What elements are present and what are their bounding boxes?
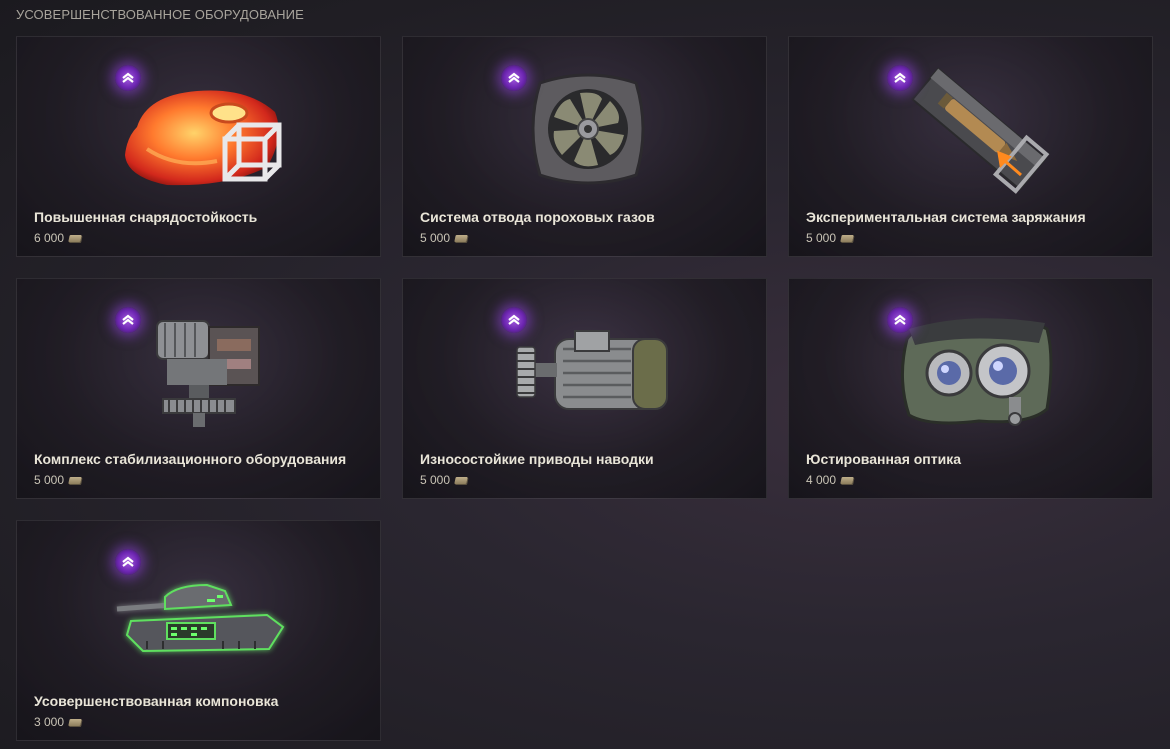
- credits-icon: [68, 234, 82, 242]
- upgrade-badge-icon: [115, 307, 141, 333]
- equipment-card[interactable]: Повышенная снарядостойкость 6 000: [16, 36, 381, 257]
- equipment-card[interactable]: Система отвода пороховых газов 5 000: [402, 36, 767, 257]
- equipment-price: 5 000: [34, 473, 82, 487]
- equipment-grid: Повышенная снарядостойкость 6 000 Систем…: [16, 36, 1153, 741]
- equipment-card[interactable]: Комплекс стабилизационного оборудования …: [16, 278, 381, 499]
- credits-icon: [68, 718, 82, 726]
- upgrade-badge-icon: [501, 307, 527, 333]
- price-value: 5 000: [420, 231, 451, 245]
- equipment-name: Система отвода пороховых газов: [420, 209, 655, 225]
- equipment-card[interactable]: Экспериментальная система заряжания 5 00…: [788, 36, 1153, 257]
- price-value: 6 000: [34, 231, 65, 245]
- price-value: 4 000: [806, 473, 837, 487]
- credits-icon: [68, 476, 82, 484]
- upgrade-badge-icon: [887, 307, 913, 333]
- equipment-card[interactable]: Усовершенствованная компоновка 3 000: [16, 520, 381, 741]
- equipment-price: 5 000: [420, 473, 468, 487]
- price-value: 3 000: [34, 715, 65, 729]
- equipment-name: Юстированная оптика: [806, 451, 962, 467]
- equipment-price: 4 000: [806, 473, 854, 487]
- credits-icon: [454, 234, 468, 242]
- price-value: 5 000: [420, 473, 451, 487]
- upgrade-badge-icon: [501, 65, 527, 91]
- upgrade-badge-icon: [887, 65, 913, 91]
- equipment-price: 3 000: [34, 715, 82, 729]
- equipment-name: Усовершенствованная компоновка: [34, 693, 279, 709]
- upgrade-badge-icon: [115, 65, 141, 91]
- equipment-name: Повышенная снарядостойкость: [34, 209, 258, 225]
- price-value: 5 000: [34, 473, 65, 487]
- price-value: 5 000: [806, 231, 837, 245]
- equipment-name: Экспериментальная система заряжания: [806, 209, 1086, 225]
- credits-icon: [454, 476, 468, 484]
- equipment-name: Износостойкие приводы наводки: [420, 451, 654, 467]
- equipment-card[interactable]: Износостойкие приводы наводки 5 000: [402, 278, 767, 499]
- upgrade-badge-icon: [115, 549, 141, 575]
- equipment-price: 6 000: [34, 231, 82, 245]
- equipment-price: 5 000: [806, 231, 854, 245]
- credits-icon: [840, 476, 854, 484]
- section-title: УСОВЕРШЕНСТВОВАННОЕ ОБОРУДОВАНИЕ: [16, 7, 304, 22]
- equipment-price: 5 000: [420, 231, 468, 245]
- credits-icon: [840, 234, 854, 242]
- equipment-name: Комплекс стабилизационного оборудования: [34, 451, 347, 467]
- equipment-card[interactable]: Юстированная оптика 4 000: [788, 278, 1153, 499]
